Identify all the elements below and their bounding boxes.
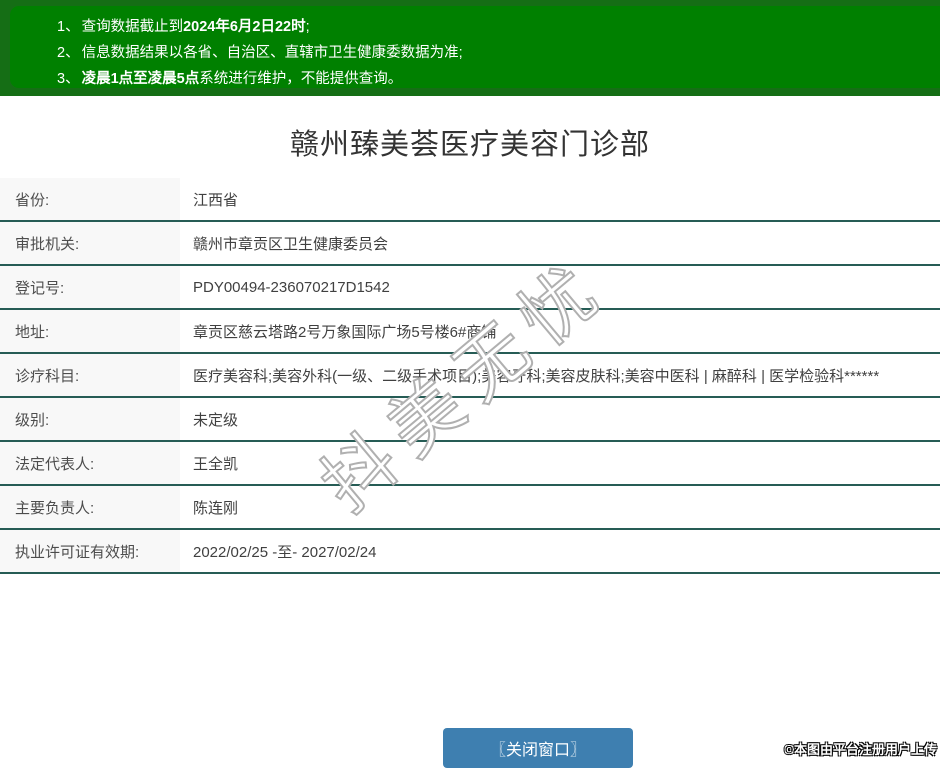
notice-text: ;	[305, 19, 310, 35]
table-row-level: 级别: 未定级	[0, 398, 940, 442]
row-value: 赣州市章贡区卫生健康委员会	[193, 235, 389, 253]
row-value: 未定级	[193, 411, 239, 429]
row-label: 登记号:	[0, 266, 180, 308]
notice-number: 2、	[57, 45, 80, 61]
page-title: 赣州臻美荟医疗美容门诊部	[289, 129, 650, 161]
row-value: 2022/02/25 -至- 2027/02/24	[193, 543, 377, 561]
row-value: 王全凯	[193, 455, 239, 473]
row-label: 审批机关:	[0, 222, 180, 264]
table-row-registration-number: 登记号: PDY00494-236070217D1542	[0, 266, 940, 310]
row-label: 主要负责人:	[0, 486, 180, 528]
table-row-license-validity: 执业许可证有效期: 2022/02/25 -至- 2027/02/24	[0, 530, 940, 574]
row-value: 章贡区慈云塔路2号万象国际广场5号楼6#商铺	[193, 323, 497, 341]
row-label: 级别:	[0, 398, 180, 440]
notice-text: 系统进行维护，不能提供查询。	[199, 71, 403, 87]
table-row-medical-subjects: 诊疗科目: 医疗美容科;美容外科(一级、二级手术项目);美容牙科;美容皮肤科;美…	[0, 354, 940, 398]
notice-line-2: 2、 信息数据结果以各省、自治区、直辖市卫生健康委数据为准;	[57, 40, 940, 66]
row-label: 省份:	[0, 178, 180, 220]
notice-text-bold: 凌晨1点至凌晨5点	[81, 71, 200, 87]
notice-text: 信息数据结果以各省、自治区、直辖市卫生健康委数据为准;	[81, 45, 463, 61]
row-label: 诊疗科目:	[0, 354, 180, 396]
close-window-button[interactable]: 〖关闭窗口〗	[443, 728, 633, 768]
notice-text: 查询数据截止到	[81, 19, 184, 35]
notice-banner-inner: 1、 查询数据截止到2024年6月2日22时; 2、 信息数据结果以各省、自治区、直…	[10, 6, 940, 88]
row-label: 执业许可证有效期:	[0, 530, 180, 572]
row-label: 法定代表人:	[0, 442, 180, 484]
row-value: 江西省	[193, 191, 239, 209]
row-value: PDY00494-236070217D1542	[193, 278, 390, 296]
copyright-stamp: ©本图由平台注册用户上传	[784, 742, 937, 757]
notice-banner: 1、 查询数据截止到2024年6月2日22时; 2、 信息数据结果以各省、自治区、直…	[0, 0, 940, 96]
row-value: 医疗美容科;美容外科(一级、二级手术项目);美容牙科;美容皮肤科;美容中医科 |…	[193, 367, 880, 385]
table-row-province: 省份: 江西省	[0, 178, 940, 222]
notice-text-bold: 2024年6月2日22时	[183, 19, 306, 35]
institution-detail-table: 省份: 江西省 审批机关: 赣州市章贡区卫生健康委员会 登记号: PDY0049…	[0, 178, 940, 574]
notice-line-3: 3、 凌晨1点至凌晨5点系统进行维护，不能提供查询。	[57, 66, 940, 92]
row-value: 陈连刚	[193, 499, 239, 517]
table-row-address: 地址: 章贡区慈云塔路2号万象国际广场5号楼6#商铺	[0, 310, 940, 354]
table-row-approval-authority: 审批机关: 赣州市章贡区卫生健康委员会	[0, 222, 940, 266]
table-row-person-in-charge: 主要负责人: 陈连刚	[0, 486, 940, 530]
notice-number: 3、	[57, 71, 80, 87]
notice-line-1: 1、 查询数据截止到2024年6月2日22时;	[57, 14, 940, 40]
table-row-legal-representative: 法定代表人: 王全凯	[0, 442, 940, 486]
row-label: 地址:	[0, 310, 180, 352]
notice-number: 1、	[57, 19, 80, 35]
